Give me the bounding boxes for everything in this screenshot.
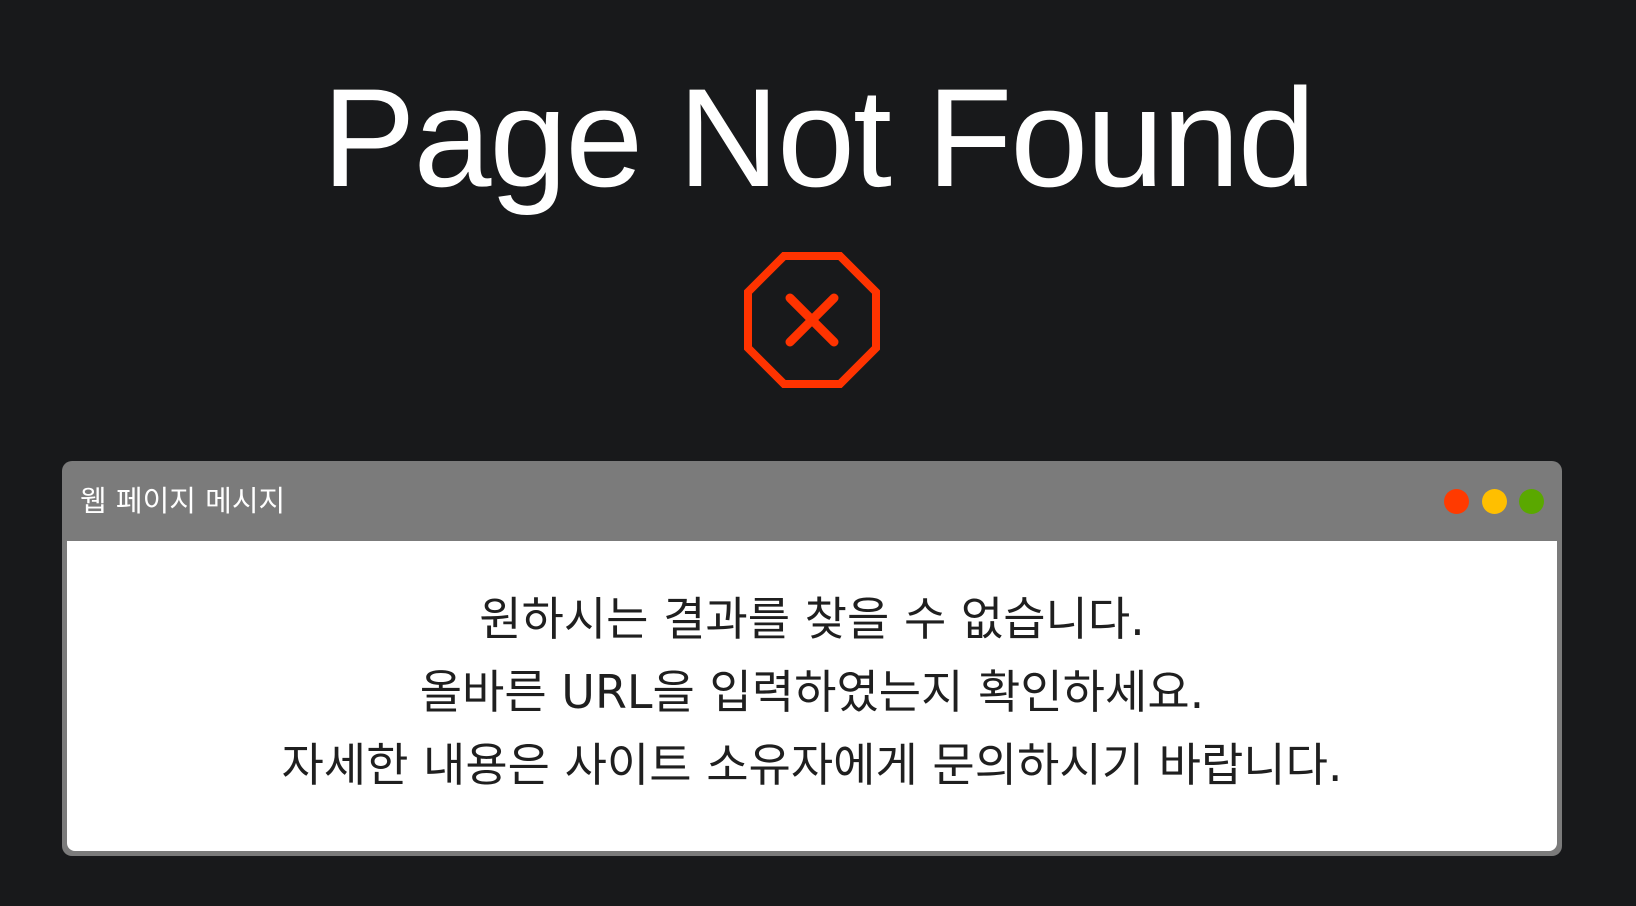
error-page: Page Not Found 웹 페이지 메시지 원하시는 결과를 찾을 수 없…: [0, 0, 1636, 906]
web-page-message-dialog: 웹 페이지 메시지 원하시는 결과를 찾을 수 없습니다. 올바른 URL을 입…: [62, 461, 1562, 856]
dialog-titlebar[interactable]: 웹 페이지 메시지: [62, 461, 1562, 541]
minimize-window-button[interactable]: [1482, 489, 1507, 514]
message-line-1: 원하시는 결과를 찾을 수 없습니다.: [479, 592, 1145, 646]
stop-x-icon: [744, 252, 880, 388]
message-line-2: 올바른 URL을 입력하였는지 확인하세요.: [419, 665, 1205, 719]
dialog-body: 원하시는 결과를 찾을 수 없습니다. 올바른 URL을 입력하였는지 확인하세…: [67, 541, 1557, 851]
dialog-title: 웹 페이지 메시지: [80, 484, 286, 518]
page-title: Page Not Found: [322, 59, 1316, 216]
close-window-button[interactable]: [1444, 489, 1469, 514]
message-line-3: 자세한 내용은 사이트 소유자에게 문의하시기 바랍니다.: [281, 738, 1343, 792]
maximize-window-button[interactable]: [1519, 489, 1544, 514]
